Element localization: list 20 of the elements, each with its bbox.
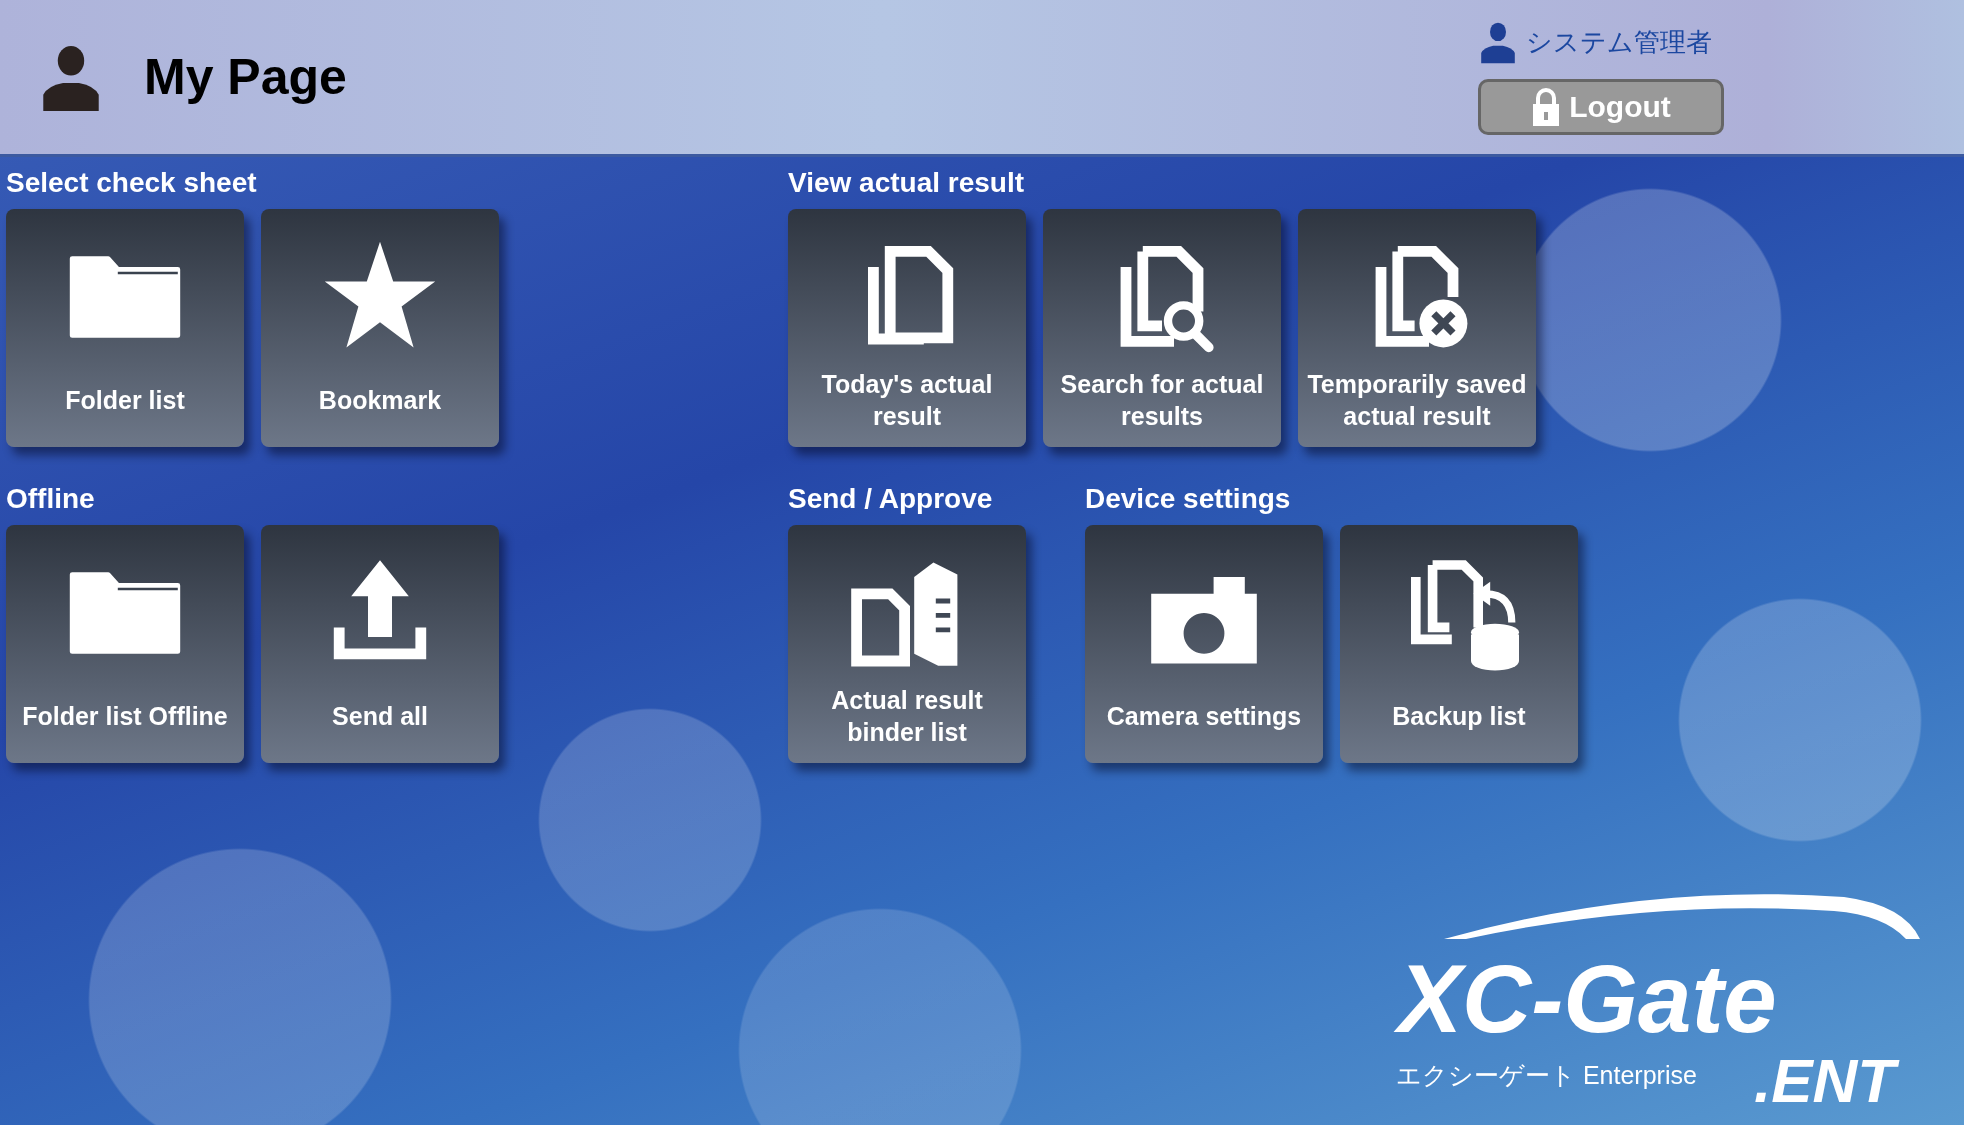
page-title: My Page <box>144 48 347 106</box>
menu-tile[interactable]: Folder list Offline <box>6 525 244 763</box>
logo-subtitle: エクシーゲート Enterprise <box>1396 1060 1697 1091</box>
section-heading: Select check sheet <box>6 167 258 199</box>
menu-tile[interactable]: Actual result binder list <box>788 525 1026 763</box>
section-heading: Send / Approve <box>788 483 994 515</box>
menu-tile[interactable]: Send all <box>261 525 499 763</box>
menu-tile[interactable]: Today's actual result <box>788 209 1026 447</box>
section-heading: View actual result <box>788 167 1026 199</box>
menu-tile[interactable]: Temporarily saved actual result <box>1298 209 1536 447</box>
user-name: システム管理者 <box>1526 25 1712 59</box>
menu-tile[interactable]: Folder list <box>6 209 244 447</box>
menu-tile[interactable]: Search for actual results <box>1043 209 1281 447</box>
section-heading: Offline <box>6 483 96 515</box>
menu-tile[interactable]: Bookmark <box>261 209 499 447</box>
logout-button[interactable]: Logout <box>1478 79 1724 135</box>
lock-icon <box>1531 88 1562 126</box>
section-heading: Device settings <box>1085 483 1292 515</box>
menu-tile[interactable]: Backup list <box>1340 525 1578 763</box>
menu-tile[interactable]: Camera settings <box>1085 525 1323 763</box>
